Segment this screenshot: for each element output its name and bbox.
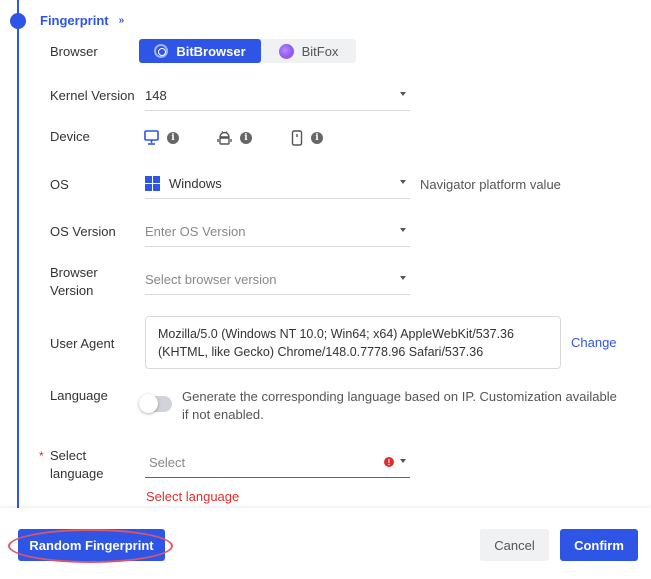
caret-down-icon bbox=[400, 459, 406, 463]
os-value: Windows bbox=[145, 176, 222, 191]
device-option-mobile[interactable]: i bbox=[291, 130, 323, 146]
select-language-placeholder: Select bbox=[149, 455, 186, 470]
browser-option-bitfox[interactable]: BitFox bbox=[261, 39, 356, 63]
desktop-icon bbox=[144, 130, 159, 145]
android-icon bbox=[217, 131, 232, 145]
browser-option-label: BitFox bbox=[301, 43, 339, 59]
os-value-text: Windows bbox=[169, 176, 222, 191]
user-agent-line1: Mozilla/5.0 (Windows NT 10.0; Win64; x64… bbox=[158, 327, 514, 341]
kernel-version-label: Kernel Version bbox=[50, 88, 135, 103]
change-user-agent-link[interactable]: Change bbox=[571, 335, 617, 350]
caret-down-icon bbox=[400, 276, 406, 280]
windows-icon bbox=[145, 176, 160, 191]
bitbrowser-logo-icon bbox=[154, 44, 169, 58]
browser-version-placeholder: Select browser version bbox=[145, 272, 277, 287]
browser-segmented-control: BitBrowser BitFox bbox=[139, 39, 356, 63]
select-language-label-line1: Select bbox=[50, 448, 87, 463]
browser-option-label: BitBrowser bbox=[176, 43, 246, 59]
kernel-version-value: 148 bbox=[145, 88, 167, 103]
section-title-fingerprint[interactable]: Fingerprint » bbox=[40, 13, 124, 28]
random-fingerprint-button[interactable]: Random Fingerprint bbox=[18, 529, 165, 561]
language-description-line2: if not enabled. bbox=[182, 407, 264, 422]
device-label: Device bbox=[50, 129, 90, 144]
dialog-footer: Random Fingerprint Cancel Confirm bbox=[0, 508, 651, 579]
toggle-knob bbox=[139, 394, 158, 413]
browser-option-bitbrowser[interactable]: BitBrowser bbox=[139, 39, 261, 63]
timeline-dot bbox=[10, 13, 26, 29]
section-title-text: Fingerprint bbox=[40, 13, 109, 28]
device-option-desktop[interactable]: i bbox=[144, 130, 179, 146]
chevron-down-icon[interactable]: » bbox=[119, 15, 124, 26]
language-description-line1: Generate the corresponding language base… bbox=[182, 389, 617, 404]
language-toggle[interactable] bbox=[139, 394, 172, 413]
select-language-error: Select language bbox=[146, 489, 240, 504]
os-select[interactable]: Windows bbox=[145, 169, 410, 199]
info-icon[interactable]: i bbox=[240, 132, 252, 144]
caret-down-icon bbox=[400, 228, 406, 232]
required-mark: * bbox=[39, 449, 44, 463]
kernel-version-select[interactable]: 148 bbox=[145, 81, 410, 111]
browser-version-label-line2: Version bbox=[50, 283, 94, 298]
os-label: OS bbox=[50, 177, 69, 192]
user-agent-line2: (KHTML, like Gecko) Chrome/148.0.7778.96… bbox=[158, 345, 484, 359]
info-icon[interactable]: i bbox=[311, 132, 323, 144]
browser-version-label: Browser Version bbox=[50, 264, 98, 300]
cancel-button[interactable]: Cancel bbox=[480, 529, 549, 561]
browser-label: Browser bbox=[50, 44, 98, 59]
timeline-line bbox=[17, 0, 19, 508]
language-label: Language bbox=[50, 388, 108, 403]
os-version-label: OS Version bbox=[50, 224, 116, 239]
browser-version-label-line1: Browser bbox=[50, 265, 98, 280]
caret-down-icon bbox=[400, 92, 406, 96]
user-agent-label: User Agent bbox=[50, 336, 115, 351]
select-language-label-line2: language bbox=[50, 466, 104, 481]
os-version-input[interactable]: Enter OS Version bbox=[145, 217, 410, 247]
user-agent-textarea[interactable]: Mozilla/5.0 (Windows NT 10.0; Win64; x64… bbox=[145, 316, 561, 369]
error-icon: ! bbox=[384, 457, 394, 467]
caret-down-icon bbox=[400, 180, 406, 184]
os-version-placeholder: Enter OS Version bbox=[145, 224, 246, 239]
select-language-select[interactable]: Select ! bbox=[145, 448, 410, 478]
select-language-label: Select language bbox=[50, 447, 104, 483]
browser-version-select[interactable]: Select browser version bbox=[145, 265, 410, 295]
os-helper-text: Navigator platform value bbox=[420, 177, 561, 192]
info-icon[interactable]: i bbox=[167, 132, 179, 144]
confirm-button[interactable]: Confirm bbox=[560, 529, 638, 561]
mobile-icon bbox=[291, 130, 303, 146]
device-option-android[interactable]: i bbox=[217, 130, 252, 146]
language-description: Generate the corresponding language base… bbox=[182, 388, 622, 424]
bitfox-logo-icon bbox=[278, 43, 294, 59]
